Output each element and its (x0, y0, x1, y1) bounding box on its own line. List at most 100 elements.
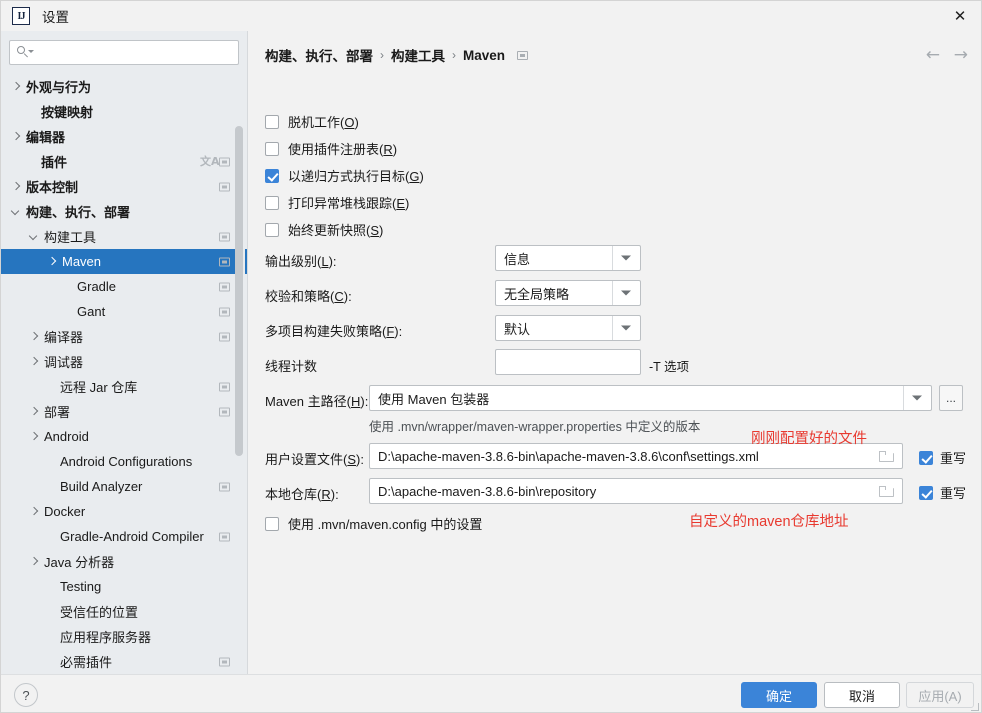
sidebar-item-20[interactable]: Testing (1, 574, 248, 599)
chevron-right-icon[interactable] (29, 556, 40, 567)
sidebar-item-6[interactable]: 构建工具 (1, 224, 248, 249)
local-repository-input[interactable]: D:\apache-maven-3.8.6-bin\repository (369, 478, 903, 504)
arrow-left-icon[interactable]: ← (926, 45, 940, 65)
settings-main-panel: 构建、执行、部署 › 构建工具 › Maven ← → 脱机工作(O)使用插件注… (249, 31, 982, 674)
maven-option-row-1[interactable]: 使用插件注册表(R) (265, 139, 397, 158)
maven-option-checkbox-1[interactable] (265, 142, 279, 156)
sidebar-item-23[interactable]: 必需插件 (1, 649, 248, 674)
sidebar-item-label: 调试器 (44, 352, 83, 371)
maven-option-row-0[interactable]: 脱机工作(O) (265, 112, 359, 131)
maven-option-row-2[interactable]: 以递归方式执行目标(G) (265, 166, 424, 185)
sidebar-item-label: 必需插件 (60, 652, 112, 671)
sidebar-item-0[interactable]: 外观与行为 (1, 74, 248, 99)
sidebar-item-label: 编辑器 (26, 127, 65, 146)
sidebar-item-18[interactable]: Gradle-Android Compiler (1, 524, 248, 549)
user-settings-override-row[interactable]: 重写 (919, 448, 966, 467)
sidebar-item-9[interactable]: Gant (1, 299, 248, 324)
sidebar-item-14[interactable]: Android (1, 424, 248, 449)
sidebar-scrollbar-thumb[interactable] (235, 126, 243, 456)
breadcrumb-item-1[interactable]: 构建工具 (391, 45, 445, 65)
maven-option-row-4[interactable]: 始终更新快照(S) (265, 220, 383, 239)
use-maven-config-checkbox[interactable] (265, 517, 279, 531)
cancel-button[interactable]: 取消 (824, 682, 900, 708)
sidebar-item-label: Gant (77, 304, 105, 319)
folder-icon[interactable] (879, 485, 894, 497)
maven-home-value: 使用 Maven 包装器 (378, 389, 489, 408)
sidebar-item-10[interactable]: 编译器 (1, 324, 248, 349)
question-mark-icon[interactable]: ? (14, 683, 38, 707)
search-field-wrapper[interactable] (9, 40, 239, 65)
sidebar-scrollbar-track[interactable] (237, 76, 245, 661)
chevron-right-icon[interactable] (29, 331, 40, 342)
maven-option-checkbox-3[interactable] (265, 196, 279, 210)
sidebar-item-3[interactable]: 插件文A (1, 149, 248, 174)
sidebar-item-label: 构建工具 (44, 227, 96, 246)
chevron-down-icon (621, 326, 631, 331)
sidebar-item-label: 远程 Jar 仓库 (60, 377, 137, 396)
settings-dialog: IJ 设置 ✕ 外观与行为按键映射编辑器插件文A版本控制构建、执行、部署构建工具… (0, 0, 982, 713)
multiproject-fail-policy-label: 多项目构建失败策略(F): (265, 321, 402, 340)
chevron-right-icon[interactable] (11, 181, 22, 192)
maven-home-dropdown[interactable]: 使用 Maven 包装器 (369, 385, 932, 411)
sidebar-item-label: 受信任的位置 (60, 602, 138, 621)
chevron-down-icon[interactable] (11, 206, 22, 217)
chevron-right-icon[interactable] (11, 131, 22, 142)
output-level-dropdown[interactable]: 信息 (495, 245, 641, 271)
close-icon[interactable]: ✕ (937, 1, 982, 31)
local-repository-label: 本地仓库(R): (265, 484, 339, 503)
sidebar-item-8[interactable]: Gradle (1, 274, 248, 299)
chevron-right-icon[interactable] (11, 81, 22, 92)
sidebar-item-12[interactable]: 远程 Jar 仓库 (1, 374, 248, 399)
user-settings-override-checkbox[interactable] (919, 451, 933, 465)
sidebar-item-1[interactable]: 按键映射 (1, 99, 248, 124)
maven-option-checkbox-2[interactable] (265, 169, 279, 183)
multiproject-fail-policy-value: 默认 (504, 319, 530, 338)
maven-home-browse-button[interactable]: ... (939, 385, 963, 411)
chevron-right-icon[interactable] (47, 256, 58, 267)
sidebar-item-4[interactable]: 版本控制 (1, 174, 248, 199)
thread-count-label: 线程计数 (265, 356, 317, 375)
arrow-right-icon[interactable]: → (954, 45, 968, 65)
sidebar-item-19[interactable]: Java 分析器 (1, 549, 248, 574)
use-maven-config-label: 使用 .mvn/maven.config 中的设置 (288, 514, 482, 533)
chevron-right-icon[interactable] (29, 506, 40, 517)
sidebar-item-2[interactable]: 编辑器 (1, 124, 248, 149)
sidebar-item-15[interactable]: Android Configurations (1, 449, 248, 474)
chevron-right-icon[interactable] (29, 356, 40, 367)
project-scope-badge-icon (219, 257, 230, 266)
sidebar-item-22[interactable]: 应用程序服务器 (1, 624, 248, 649)
sidebar-item-21[interactable]: 受信任的位置 (1, 599, 248, 624)
sidebar-item-label: Android Configurations (60, 454, 192, 469)
use-maven-config-row[interactable]: 使用 .mvn/maven.config 中的设置 (265, 514, 482, 533)
sidebar-item-11[interactable]: 调试器 (1, 349, 248, 374)
chevron-right-icon[interactable] (29, 431, 40, 442)
sidebar-item-17[interactable]: Docker (1, 499, 248, 524)
settings-tree: 外观与行为按键映射编辑器插件文A版本控制构建、执行、部署构建工具MavenGra… (1, 74, 248, 674)
ok-button[interactable]: 确定 (741, 682, 817, 708)
thread-count-input[interactable] (495, 349, 641, 375)
settings-sidebar: 外观与行为按键映射编辑器插件文A版本控制构建、执行、部署构建工具MavenGra… (1, 31, 248, 674)
tree-spacer (45, 606, 56, 617)
resize-grip[interactable] (970, 702, 980, 712)
checksum-policy-dropdown[interactable]: 无全局策略 (495, 280, 641, 306)
maven-option-checkbox-0[interactable] (265, 115, 279, 129)
search-input[interactable] (9, 40, 239, 65)
breadcrumb-item-2[interactable]: Maven (463, 48, 505, 63)
maven-option-label-1: 使用插件注册表(R) (288, 139, 397, 158)
folder-icon[interactable] (879, 450, 894, 462)
project-scope-badge-icon (219, 382, 230, 391)
sidebar-item-5[interactable]: 构建、执行、部署 (1, 199, 248, 224)
local-repository-override-checkbox[interactable] (919, 486, 933, 500)
maven-option-row-3[interactable]: 打印异常堆栈跟踪(E) (265, 193, 409, 212)
chevron-right-icon[interactable] (29, 406, 40, 417)
breadcrumb-item-0[interactable]: 构建、执行、部署 (265, 45, 373, 65)
sidebar-item-13[interactable]: 部署 (1, 399, 248, 424)
sidebar-item-7[interactable]: Maven (1, 249, 248, 274)
local-repository-override-row[interactable]: 重写 (919, 483, 966, 502)
apply-button[interactable]: 应用(A) (906, 682, 974, 708)
chevron-down-icon[interactable] (29, 231, 40, 242)
multiproject-fail-policy-dropdown[interactable]: 默认 (495, 315, 641, 341)
sidebar-item-16[interactable]: Build Analyzer (1, 474, 248, 499)
maven-option-checkbox-4[interactable] (265, 223, 279, 237)
project-scope-badge-icon (219, 307, 230, 316)
